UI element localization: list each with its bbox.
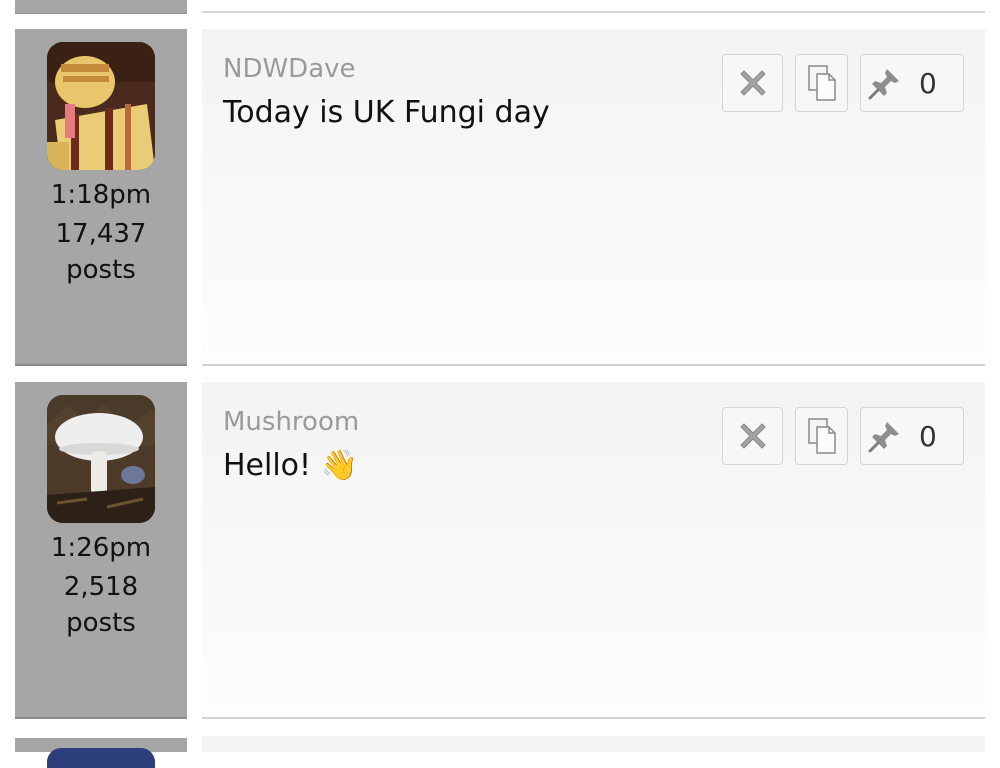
knitted-toy-avatar-image <box>47 42 155 170</box>
chat-post: 1:26pm 2,518 posts Mushroom Hello! 👋 0 <box>0 382 1000 720</box>
pin-count: 0 <box>919 419 937 453</box>
next-avatar[interactable] <box>47 748 155 768</box>
post-body: NDWDave Today is UK Fungi day 0 <box>202 29 985 366</box>
copy-icon <box>807 65 836 101</box>
pin-button[interactable]: 0 <box>860 407 964 465</box>
copy-button[interactable] <box>795 407 848 465</box>
user-post-count-unit: posts <box>66 608 136 638</box>
delete-button[interactable] <box>722 407 783 465</box>
next-post-body <box>202 736 985 752</box>
post-message-text: Today is UK Fungi day <box>223 95 550 130</box>
next-post-sidebar <box>15 738 187 768</box>
post-author[interactable]: Mushroom <box>223 407 359 437</box>
post-time: 1:18pm <box>50 180 152 210</box>
close-x-icon <box>739 423 766 449</box>
post-message-text: Hello! <box>223 448 312 483</box>
pin-icon <box>868 69 899 100</box>
post-message: Today is UK Fungi day <box>223 95 550 130</box>
previous-post-divider <box>202 11 985 13</box>
pin-button[interactable]: 0 <box>860 54 964 112</box>
post-message: Hello! 👋 <box>223 448 358 483</box>
copy-button[interactable] <box>795 54 848 112</box>
close-x-icon <box>739 70 766 96</box>
post-author[interactable]: NDWDave <box>223 54 356 84</box>
delete-button[interactable] <box>722 54 783 112</box>
avatar[interactable] <box>47 42 155 170</box>
avatar[interactable] <box>47 395 155 523</box>
pin-icon <box>868 422 899 453</box>
post-time: 1:26pm <box>50 533 152 563</box>
previous-post-sidebar <box>15 0 187 14</box>
post-user-sidebar: 1:26pm 2,518 posts <box>15 382 187 717</box>
user-post-count-unit: posts <box>66 255 136 285</box>
user-post-count: 2,518 <box>63 572 139 602</box>
copy-icon <box>807 418 836 454</box>
user-post-count: 17,437 <box>55 219 147 249</box>
post-user-sidebar: 1:18pm 17,437 posts <box>15 29 187 364</box>
chat-post: 1:18pm 17,437 posts NDWDave Today is UK … <box>0 29 1000 367</box>
pin-count: 0 <box>919 66 937 100</box>
post-body: Mushroom Hello! 👋 0 <box>202 382 985 719</box>
waving-hand-emoji: 👋 <box>320 448 358 483</box>
mushroom-photo-avatar-image <box>47 395 155 523</box>
